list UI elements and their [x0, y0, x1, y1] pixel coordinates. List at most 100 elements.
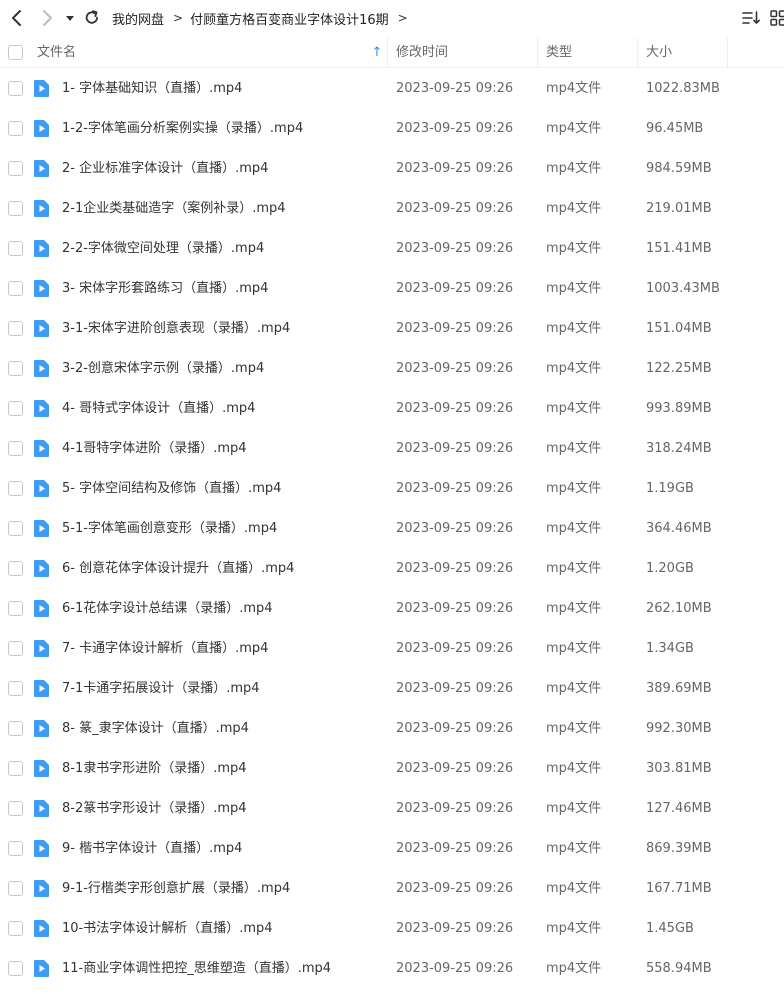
file-name[interactable]: 4- 哥特式字体设计（直播）.mp4	[62, 388, 255, 429]
row-checkbox[interactable]	[8, 241, 23, 256]
file-name[interactable]: 7- 卡通字体设计解析（直播）.mp4	[62, 628, 268, 669]
file-size: 993.89MB	[646, 401, 712, 416]
row-checkbox[interactable]	[8, 801, 23, 816]
row-checkbox[interactable]	[8, 881, 23, 896]
file-name[interactable]: 3-2-创意宋体字示例（录播）.mp4	[62, 348, 264, 389]
row-checkbox[interactable]	[8, 721, 23, 736]
video-file-icon	[34, 120, 49, 137]
file-row[interactable]: 8- 篆_隶字体设计（直播）.mp4 2023-09-25 09:26 mp4文件 9…	[0, 708, 784, 748]
file-name[interactable]: 2-2-字体微空间处理（录播）.mp4	[62, 228, 264, 269]
file-name[interactable]: 7-1卡通字拓展设计（录播）.mp4	[62, 668, 260, 709]
row-checkbox[interactable]	[8, 281, 23, 296]
file-size: 262.10MB	[646, 601, 712, 616]
file-name[interactable]: 3- 宋体字形套路练习（直播）.mp4	[62, 268, 268, 309]
file-row[interactable]: 9-1-行楷类字形创意扩展（录播）.mp4 2023-09-25 09:26 mp4…	[0, 868, 784, 908]
file-size: 364.46MB	[646, 521, 712, 536]
file-row[interactable]: 3-1-宋体字进阶创意表现（录播）.mp4 2023-09-25 09:26 mp4…	[0, 308, 784, 348]
file-type: mp4文件	[546, 361, 602, 376]
row-checkbox[interactable]	[8, 641, 23, 656]
column-divider[interactable]	[727, 38, 728, 68]
file-row[interactable]: 8-2篆书字形设计（录播）.mp4 2023-09-25 09:26 mp4文件 12…	[0, 788, 784, 828]
file-row[interactable]: 9- 楷书字体设计（直播）.mp4 2023-09-25 09:26 mp4文件 86…	[0, 828, 784, 868]
back-button[interactable]	[7, 8, 27, 28]
breadcrumb-item-root[interactable]: 我的网盘	[112, 9, 164, 28]
breadcrumb: 我的网盘 > 付顾童方格百变商业字体设计16期 >	[112, 0, 415, 36]
file-row[interactable]: 1-2-字体笔画分析案例实操（录播）.mp4 2023-09-25 09:26 mp…	[0, 108, 784, 148]
history-dropdown-button[interactable]	[63, 8, 83, 28]
column-header-size[interactable]: 大小	[646, 38, 672, 68]
row-checkbox[interactable]	[8, 521, 23, 536]
file-name[interactable]: 11-商业字体调性把控_思维塑造（直播）.mp4	[62, 948, 331, 989]
file-row[interactable]: 7- 卡通字体设计解析（直播）.mp4 2023-09-25 09:26 mp4文件…	[0, 628, 784, 668]
row-checkbox[interactable]	[8, 841, 23, 856]
file-row[interactable]: 2-1企业类基础造字（案例补录）.mp4 2023-09-25 09:26 mp4文…	[0, 188, 784, 228]
file-row[interactable]: 3-2-创意宋体字示例（录播）.mp4 2023-09-25 09:26 mp4文件…	[0, 348, 784, 388]
row-checkbox[interactable]	[8, 201, 23, 216]
file-name[interactable]: 8- 篆_隶字体设计（直播）.mp4	[62, 708, 249, 749]
column-header-modified[interactable]: 修改时间	[396, 38, 448, 68]
column-divider[interactable]	[537, 38, 538, 68]
file-name[interactable]: 8-2篆书字形设计（录播）.mp4	[62, 788, 247, 829]
column-header-type[interactable]: 类型	[546, 38, 572, 68]
file-row[interactable]: 7-1卡通字拓展设计（录播）.mp4 2023-09-25 09:26 mp4文件 3…	[0, 668, 784, 708]
row-checkbox[interactable]	[8, 921, 23, 936]
row-checkbox[interactable]	[8, 441, 23, 456]
file-row[interactable]: 2- 企业标准字体设计（直播）.mp4 2023-09-25 09:26 mp4文件…	[0, 148, 784, 188]
row-checkbox[interactable]	[8, 561, 23, 576]
file-row[interactable]: 4-1哥特字体进阶（录播）.mp4 2023-09-25 09:26 mp4文件 31…	[0, 428, 784, 468]
file-type: mp4文件	[546, 601, 602, 616]
file-name[interactable]: 3-1-宋体字进阶创意表现（录播）.mp4	[62, 308, 290, 349]
row-checkbox[interactable]	[8, 761, 23, 776]
file-name[interactable]: 1- 字体基础知识（直播）.mp4	[62, 68, 242, 109]
file-list: 1- 字体基础知识（直播）.mp4 2023-09-25 09:26 mp4文件 10…	[0, 68, 784, 988]
file-name[interactable]: 9- 楷书字体设计（直播）.mp4	[62, 828, 242, 869]
row-checkbox[interactable]	[8, 161, 23, 176]
refresh-button[interactable]	[82, 8, 102, 28]
file-row[interactable]: 4- 哥特式字体设计（直播）.mp4 2023-09-25 09:26 mp4文件 9…	[0, 388, 784, 428]
file-row[interactable]: 8-1隶书字形进阶（录播）.mp4 2023-09-25 09:26 mp4文件 30…	[0, 748, 784, 788]
file-size: 303.81MB	[646, 761, 712, 776]
video-file-icon	[34, 280, 49, 297]
file-name[interactable]: 6- 创意花体字体设计提升（直播）.mp4	[62, 548, 294, 589]
file-row[interactable]: 5- 字体空间结构及修饰（直播）.mp4 2023-09-25 09:26 mp4文…	[0, 468, 784, 508]
row-checkbox[interactable]	[8, 321, 23, 336]
row-checkbox[interactable]	[8, 401, 23, 416]
breadcrumb-item-current-folder[interactable]: 付顾童方格百变商业字体设计16期	[190, 9, 389, 28]
file-row[interactable]: 11-商业字体调性把控_思维塑造（直播）.mp4 2023-09-25 09:26…	[0, 948, 784, 988]
file-name[interactable]: 5- 字体空间结构及修饰（直播）.mp4	[62, 468, 281, 509]
sort-button[interactable]	[741, 9, 761, 27]
row-checkbox[interactable]	[8, 601, 23, 616]
file-modified-time: 2023-09-25 09:26	[396, 201, 514, 216]
file-name[interactable]: 5-1-字体笔画创意变形（录播）.mp4	[62, 508, 277, 549]
file-name[interactable]: 2- 企业标准字体设计（直播）.mp4	[62, 148, 268, 189]
file-type: mp4文件	[546, 401, 602, 416]
file-row[interactable]: 10-书法字体设计解析（直播）.mp4 2023-09-25 09:26 mp4文件…	[0, 908, 784, 948]
column-divider[interactable]	[387, 38, 388, 68]
column-header-name[interactable]: 文件名	[37, 38, 76, 68]
file-row[interactable]: 6- 创意花体字体设计提升（直播）.mp4 2023-09-25 09:26 mp4…	[0, 548, 784, 588]
file-name[interactable]: 1-2-字体笔画分析案例实操（录播）.mp4	[62, 108, 303, 149]
row-checkbox[interactable]	[8, 121, 23, 136]
row-checkbox[interactable]	[8, 681, 23, 696]
row-checkbox[interactable]	[8, 481, 23, 496]
file-type: mp4文件	[546, 201, 602, 216]
file-row[interactable]: 3- 宋体字形套路练习（直播）.mp4 2023-09-25 09:26 mp4文件…	[0, 268, 784, 308]
file-name[interactable]: 8-1隶书字形进阶（录播）.mp4	[62, 748, 247, 789]
video-file-icon	[34, 320, 49, 337]
row-checkbox[interactable]	[8, 961, 23, 976]
file-name[interactable]: 6-1花体字设计总结课（录播）.mp4	[62, 588, 273, 629]
file-name[interactable]: 2-1企业类基础造字（案例补录）.mp4	[62, 188, 286, 229]
file-row[interactable]: 5-1-字体笔画创意变形（录播）.mp4 2023-09-25 09:26 mp4文…	[0, 508, 784, 548]
row-checkbox[interactable]	[8, 81, 23, 96]
view-toggle-button[interactable]	[770, 9, 784, 27]
file-row[interactable]: 2-2-字体微空间处理（录播）.mp4 2023-09-25 09:26 mp4文件…	[0, 228, 784, 268]
row-checkbox[interactable]	[8, 361, 23, 376]
file-name[interactable]: 9-1-行楷类字形创意扩展（录播）.mp4	[62, 868, 290, 909]
file-row[interactable]: 1- 字体基础知识（直播）.mp4 2023-09-25 09:26 mp4文件 10…	[0, 68, 784, 108]
file-name[interactable]: 4-1哥特字体进阶（录播）.mp4	[62, 428, 247, 469]
file-name[interactable]: 10-书法字体设计解析（直播）.mp4	[62, 908, 273, 949]
select-all-checkbox[interactable]	[8, 45, 23, 60]
file-row[interactable]: 6-1花体字设计总结课（录播）.mp4 2023-09-25 09:26 mp4文件…	[0, 588, 784, 628]
forward-button[interactable]	[37, 8, 57, 28]
column-divider[interactable]	[637, 38, 638, 68]
